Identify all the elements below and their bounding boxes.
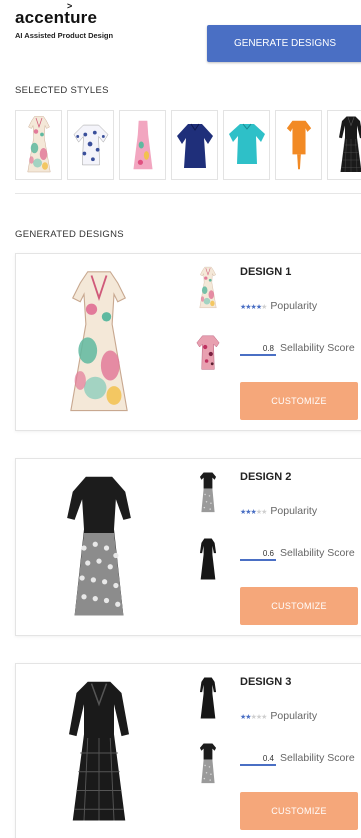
sellability-label: Sellability Score bbox=[280, 342, 355, 354]
sellability-value: 0.4 bbox=[240, 754, 276, 766]
turquoise-top-icon bbox=[227, 120, 267, 170]
app-header: > accenture AI Assisted Product Design G… bbox=[0, 0, 361, 70]
navy-tunic-icon bbox=[175, 120, 215, 170]
design-3-variant-long-dress-icon[interactable] bbox=[196, 676, 220, 720]
orange-top-icon bbox=[285, 116, 313, 174]
style-thumb-pink-floral-dress[interactable] bbox=[119, 110, 166, 180]
selected-styles-list bbox=[15, 110, 361, 180]
style-thumb-orange-top[interactable] bbox=[275, 110, 322, 180]
popularity-label: Popularity bbox=[270, 505, 318, 517]
design-3-variant-top-skirt-icon[interactable] bbox=[194, 742, 222, 786]
generated-designs-heading: GENERATED DESIGNS bbox=[15, 229, 124, 240]
customize-button[interactable]: CUSTOMIZE bbox=[240, 382, 358, 420]
design-title: DESIGN 1 bbox=[240, 266, 292, 278]
popularity-label: Popularity bbox=[270, 710, 318, 722]
brand-logo: > accenture bbox=[15, 1, 113, 28]
design-1-main-image bbox=[60, 268, 138, 418]
design-2-main-image bbox=[60, 473, 138, 623]
design-card-3: DESIGN 3 ★★★★★ Popularity 0.4 Sellability … bbox=[15, 663, 361, 838]
selected-styles-heading: SELECTED STYLES bbox=[15, 85, 109, 96]
design-1-variant-dress-icon[interactable] bbox=[196, 266, 220, 310]
popularity-stars-icon: ★★★★★ bbox=[240, 714, 267, 721]
section-divider bbox=[15, 193, 361, 194]
style-thumb-floral-wrap-dress[interactable] bbox=[15, 110, 62, 180]
sellability-value: 0.6 bbox=[240, 549, 276, 561]
design-2-variant-top-skirt-icon[interactable] bbox=[196, 471, 220, 515]
pink-floral-dress-icon bbox=[130, 117, 156, 173]
design-3-main-image bbox=[60, 678, 138, 828]
sellability-label: Sellability Score bbox=[280, 752, 355, 764]
popularity-rating: ★★★★★ Popularity bbox=[240, 505, 317, 517]
sellability-label: Sellability Score bbox=[280, 547, 355, 559]
sellability-score: 0.6 Sellability Score bbox=[240, 547, 355, 561]
sellability-score: 0.8 Sellability Score bbox=[240, 342, 355, 356]
brand: > accenture AI Assisted Product Design bbox=[15, 1, 114, 40]
floral-wrap-dress-icon bbox=[24, 115, 54, 175]
sellability-score: 0.4 Sellability Score bbox=[240, 752, 355, 766]
popularity-rating: ★★★★★ Popularity bbox=[240, 300, 317, 312]
customize-button[interactable]: CUSTOMIZE bbox=[240, 587, 358, 625]
design-card-1: DESIGN 1 ★★★★★ Popularity 0.8 Sellability … bbox=[15, 253, 361, 431]
black-lace-dress-icon bbox=[336, 114, 361, 176]
style-thumb-turquoise-top[interactable] bbox=[223, 110, 270, 180]
popularity-rating: ★★★★★ Popularity bbox=[240, 710, 317, 722]
style-thumb-black-lace-dress[interactable] bbox=[327, 110, 361, 180]
design-card-2: DESIGN 2 ★★★★★ Popularity 0.6 Sellability … bbox=[15, 458, 361, 636]
generate-designs-button[interactable]: GENERATE DESIGNS bbox=[207, 25, 361, 62]
design-title: DESIGN 2 bbox=[240, 471, 292, 483]
brand-tagline: AI Assisted Product Design bbox=[15, 31, 114, 40]
style-thumb-navy-tunic[interactable] bbox=[171, 110, 218, 180]
style-thumb-white-print-top[interactable] bbox=[67, 110, 114, 180]
design-title: DESIGN 3 bbox=[240, 676, 292, 688]
popularity-stars-icon: ★★★★★ bbox=[240, 304, 267, 311]
sellability-value: 0.8 bbox=[240, 344, 276, 356]
popularity-stars-icon: ★★★★★ bbox=[240, 509, 267, 516]
logo-chevron-mark: > bbox=[67, 1, 73, 11]
design-2-variant-long-dress-icon[interactable] bbox=[194, 537, 222, 581]
logo-text: accenture bbox=[15, 8, 98, 27]
customize-button[interactable]: CUSTOMIZE bbox=[240, 792, 358, 830]
white-print-top-icon bbox=[72, 121, 110, 169]
design-1-variant-top-icon[interactable] bbox=[194, 332, 222, 376]
popularity-label: Popularity bbox=[270, 300, 318, 312]
